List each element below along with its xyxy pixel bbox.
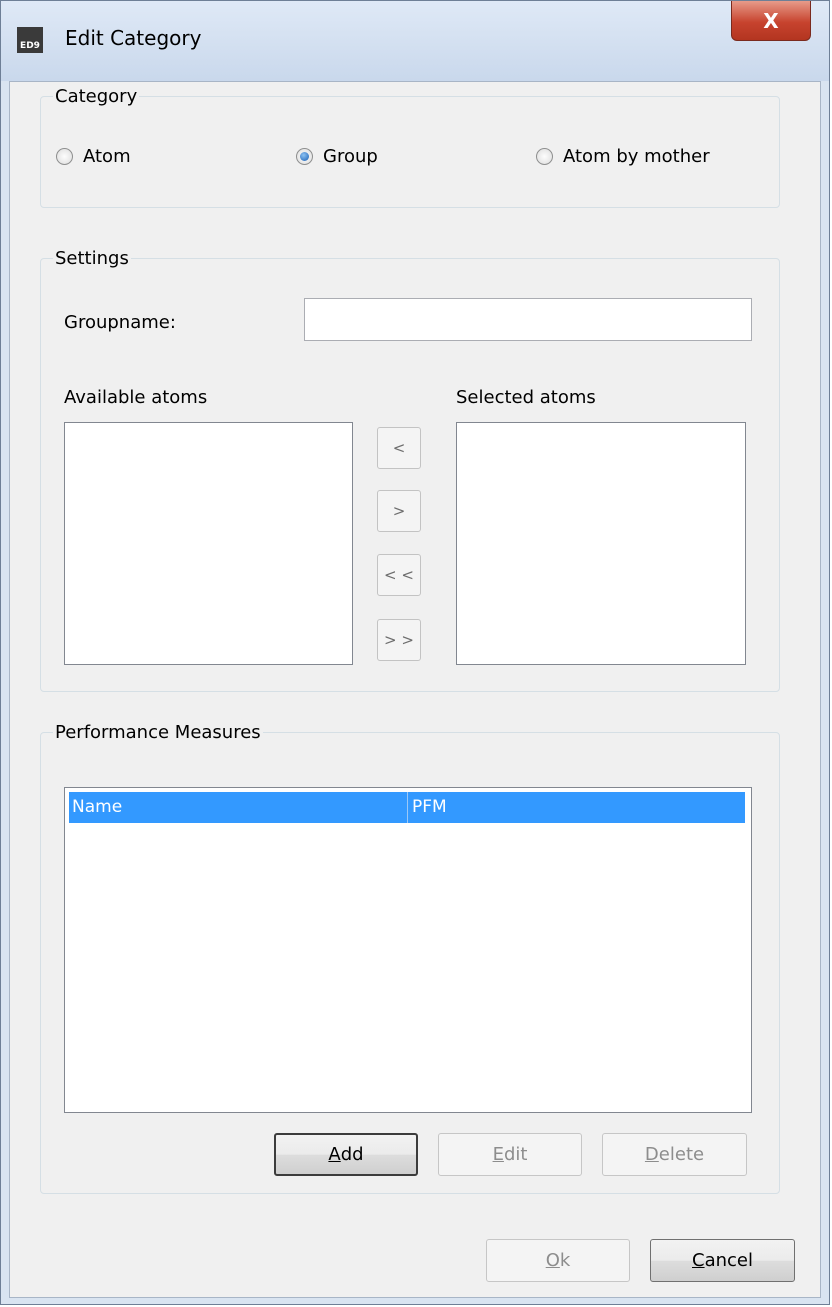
radio-atom-by-mother-circle[interactable]	[536, 148, 553, 165]
move-all-right-button[interactable]: > >	[377, 619, 421, 661]
cancel-mnemonic: C	[692, 1250, 705, 1271]
performance-measures-legend: Performance Measures	[55, 722, 261, 743]
delete-label-rest: elete	[658, 1144, 705, 1165]
available-atoms-label: Available atoms	[64, 387, 208, 408]
settings-legend: Settings	[55, 248, 129, 269]
category-legend: Category	[55, 86, 138, 107]
delete-button[interactable]: Delete	[602, 1133, 747, 1176]
edit-button[interactable]: Edit	[438, 1133, 582, 1176]
radio-group-circle[interactable]	[296, 148, 313, 165]
ok-label-rest: k	[559, 1250, 571, 1271]
performance-measures-table[interactable]: Name PFM	[64, 787, 752, 1113]
window-title: Edit Category	[65, 26, 202, 50]
edit-label-rest: dit	[503, 1144, 528, 1165]
edit-category-dialog: ED9 Edit Category X Category Atom Group …	[0, 0, 830, 1305]
ok-mnemonic: O	[545, 1250, 560, 1271]
radio-atom[interactable]: Atom	[56, 146, 131, 167]
close-icon: X	[763, 8, 779, 33]
delete-mnemonic: D	[644, 1144, 659, 1165]
radio-atom-label: Atom	[83, 146, 131, 167]
available-atoms-list[interactable]	[64, 422, 353, 665]
groupname-input[interactable]	[304, 298, 752, 341]
title-bar[interactable]: ED9 Edit Category X	[1, 1, 829, 81]
move-left-button[interactable]: <	[377, 427, 421, 469]
move-all-left-button[interactable]: < <	[377, 554, 421, 596]
dialog-body: Category Atom Group Atom by mother Setti…	[9, 81, 821, 1298]
table-header-row[interactable]: Name PFM	[69, 792, 745, 823]
groupname-label: Groupname:	[64, 312, 176, 333]
radio-atom-by-mother-label: Atom by mother	[563, 146, 710, 167]
add-button[interactable]: Add	[274, 1133, 418, 1176]
add-label-rest: dd	[340, 1144, 364, 1165]
cancel-label-rest: ancel	[704, 1250, 753, 1271]
selected-atoms-list[interactable]	[456, 422, 746, 665]
ok-button[interactable]: Ok	[486, 1239, 630, 1282]
add-mnemonic: A	[328, 1144, 341, 1165]
move-right-button[interactable]: >	[377, 490, 421, 532]
radio-atom-circle[interactable]	[56, 148, 73, 165]
cancel-button[interactable]: Cancel	[650, 1239, 795, 1282]
close-button[interactable]: X	[731, 1, 811, 41]
radio-group[interactable]: Group	[296, 146, 378, 167]
app-icon: ED9	[17, 27, 43, 53]
column-header-pfm[interactable]: PFM	[409, 792, 745, 823]
selected-atoms-label: Selected atoms	[456, 387, 596, 408]
radio-atom-by-mother[interactable]: Atom by mother	[536, 146, 710, 167]
radio-group-label: Group	[323, 146, 378, 167]
column-header-name[interactable]: Name	[69, 792, 408, 823]
edit-mnemonic: E	[492, 1144, 504, 1165]
